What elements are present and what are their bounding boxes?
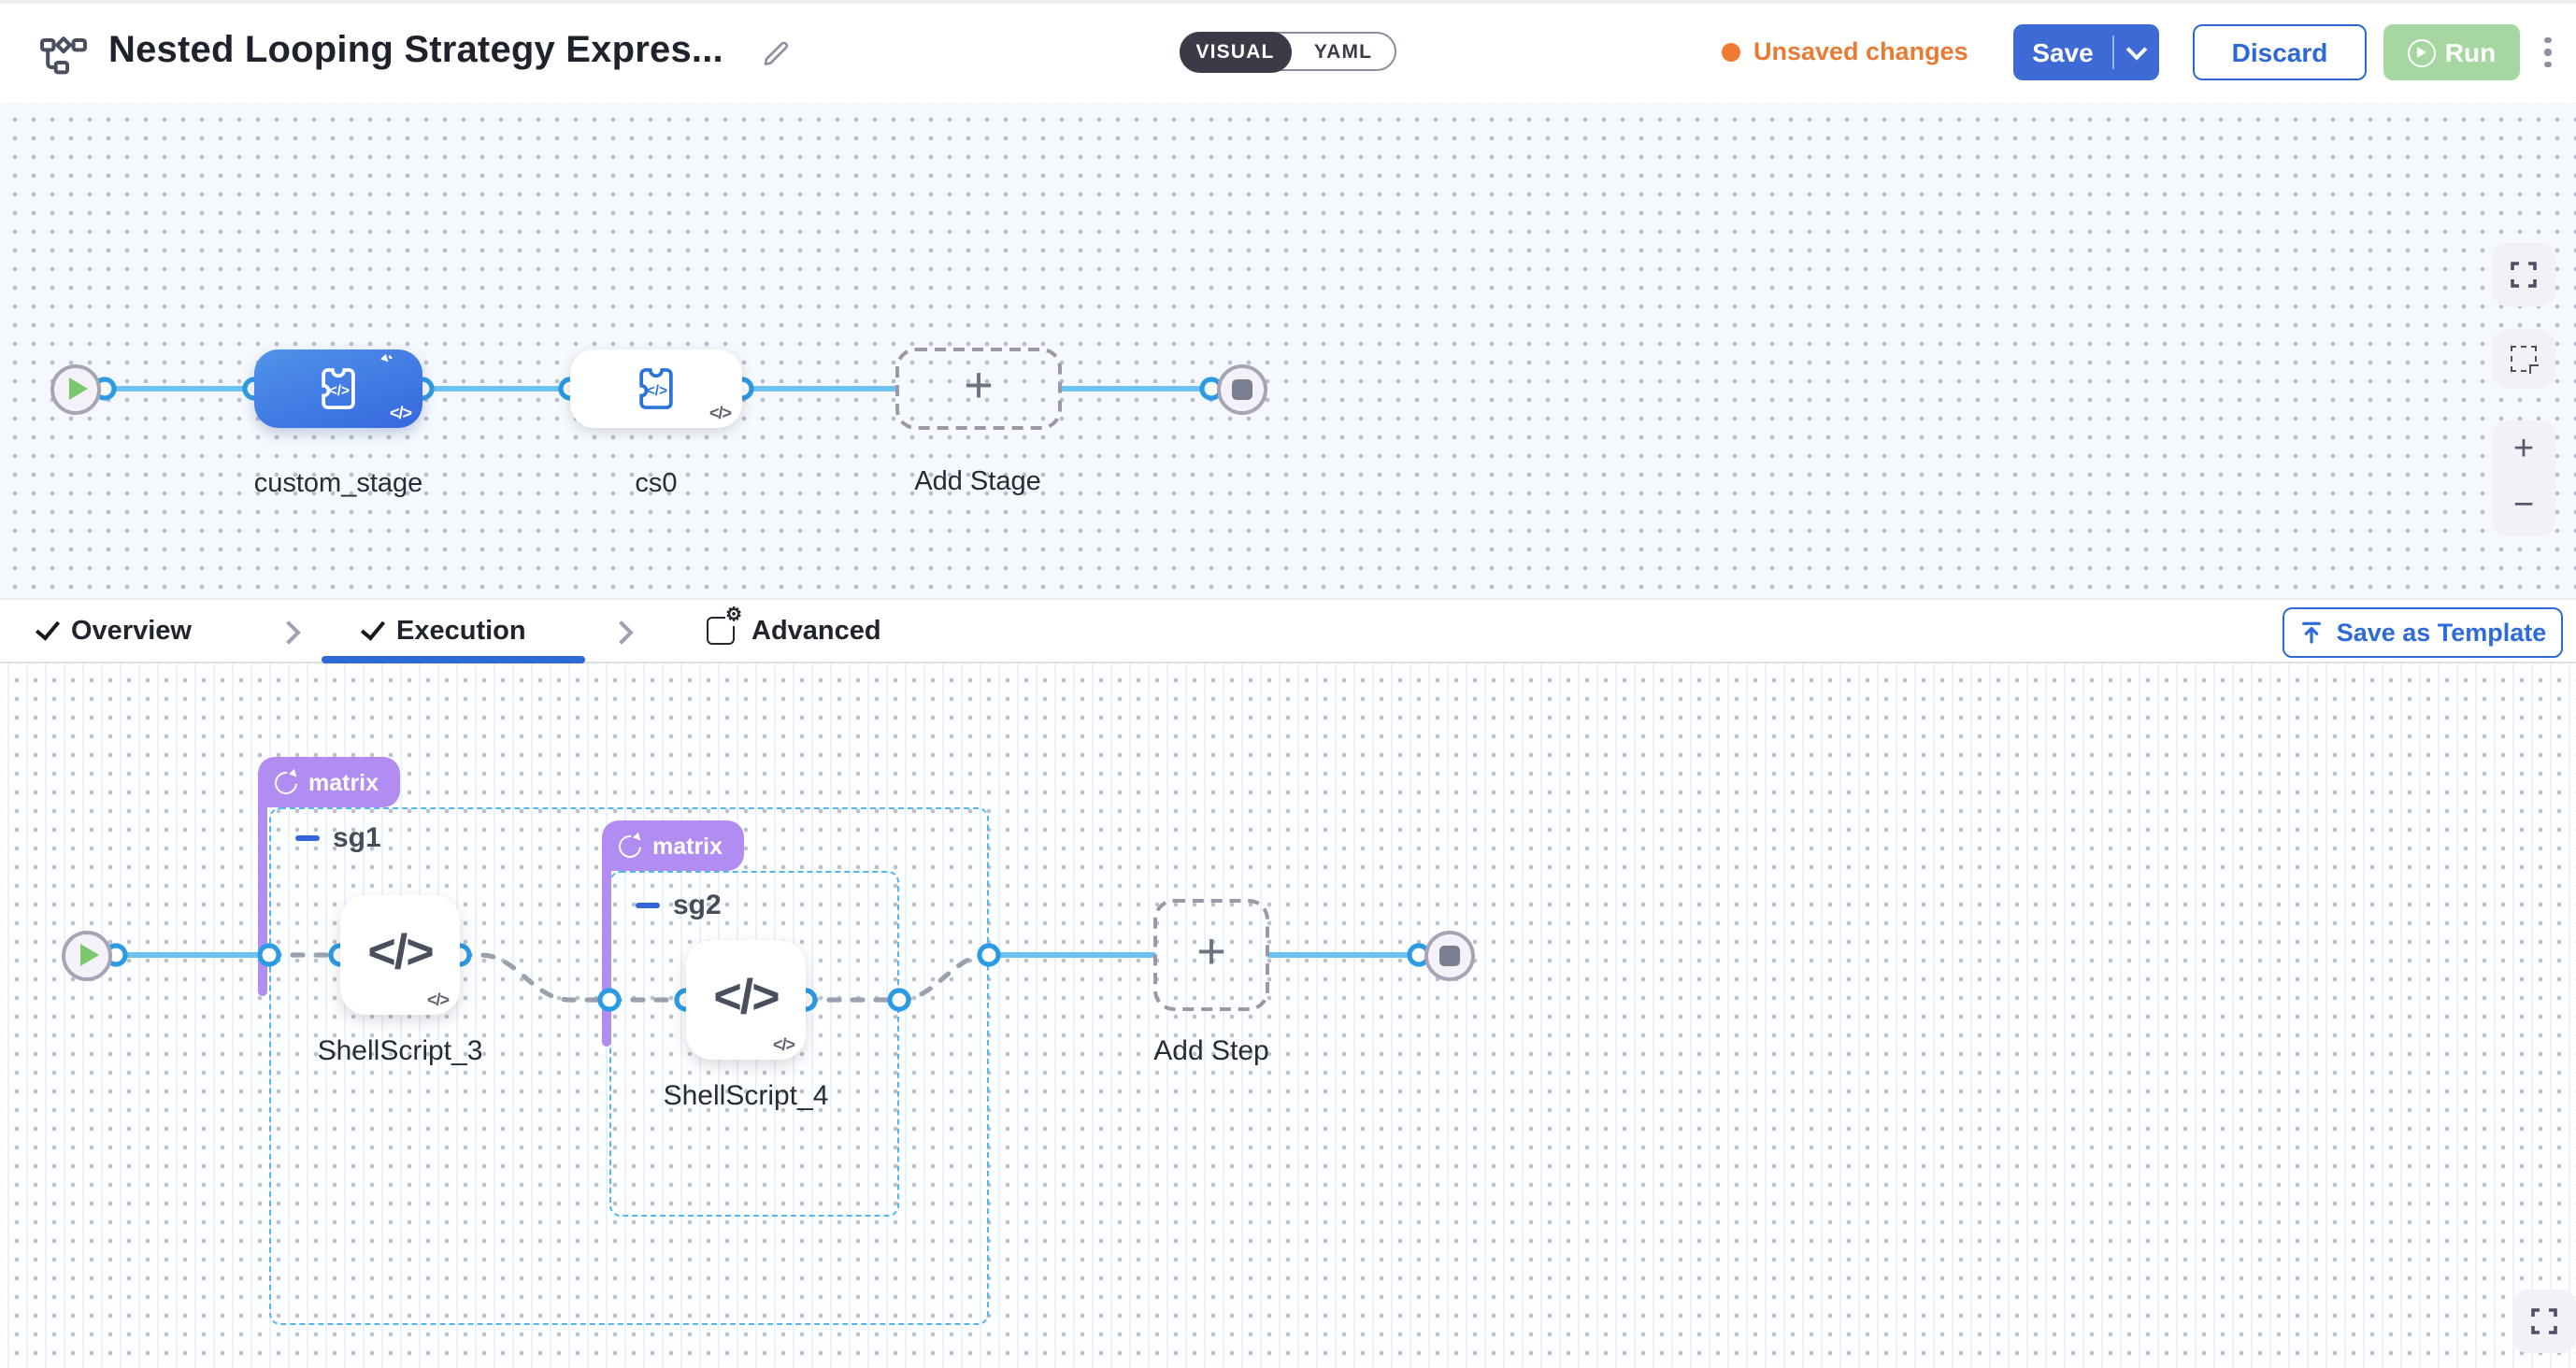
plus-icon: + bbox=[964, 361, 994, 411]
step-label: ShellScript_4 bbox=[664, 1080, 829, 1112]
looping-strategy-icon bbox=[389, 355, 415, 381]
add-stage-button[interactable]: + bbox=[895, 348, 1062, 430]
check-icon bbox=[36, 615, 60, 640]
code-badge-icon: </> bbox=[427, 990, 449, 1009]
more-options-button[interactable] bbox=[2535, 26, 2561, 78]
unsaved-dot-icon bbox=[1722, 42, 1740, 61]
plus-icon: + bbox=[1196, 927, 1226, 977]
tab-execution[interactable]: Execution bbox=[366, 600, 526, 662]
add-step-button[interactable]: + bbox=[1153, 899, 1269, 1011]
pipeline-studio: Nested Looping Strategy Expres... VISUAL… bbox=[0, 0, 2576, 1368]
stage-label: cs0 bbox=[635, 469, 677, 499]
visual-yaml-toggle: VISUAL YAML bbox=[1180, 32, 1396, 71]
chevron-right-icon bbox=[609, 620, 633, 644]
marquee-select-icon bbox=[2511, 346, 2537, 372]
add-step-label: Add Step bbox=[1153, 1035, 1268, 1067]
port[interactable] bbox=[980, 946, 998, 964]
port[interactable] bbox=[260, 946, 279, 964]
fullscreen-button[interactable] bbox=[2512, 1290, 2576, 1353]
stop-icon bbox=[1231, 378, 1252, 399]
execution-canvas[interactable]: matrix sg1 matrix sg2 bbox=[0, 663, 2576, 1368]
advanced-settings-icon: ⚙ bbox=[707, 617, 735, 645]
port[interactable] bbox=[890, 990, 909, 1009]
tab-advanced[interactable]: ⚙ Advanced bbox=[707, 600, 881, 662]
execution-end-node[interactable] bbox=[1424, 930, 1474, 980]
check-icon bbox=[361, 615, 385, 640]
stop-icon bbox=[1438, 945, 1459, 965]
shell-script-icon: </> bbox=[367, 922, 432, 980]
chevron-right-icon bbox=[277, 620, 300, 644]
save-label[interactable]: Save bbox=[2013, 37, 2112, 67]
tab-overview[interactable]: Overview bbox=[41, 600, 192, 662]
stage-node-custom-stage[interactable]: </> </> bbox=[254, 349, 422, 428]
tab-execution-label: Execution bbox=[396, 616, 526, 646]
svg-text:</>: </> bbox=[329, 383, 350, 399]
fullscreen-button[interactable] bbox=[2492, 243, 2555, 306]
fullscreen-icon bbox=[2511, 262, 2537, 288]
play-icon bbox=[79, 944, 98, 966]
unsaved-changes: Unsaved changes bbox=[1722, 0, 1968, 103]
stage-tabs: Overview Execution ⚙ Advanced Save as Te… bbox=[0, 598, 2576, 663]
zoom-out-button[interactable]: − bbox=[2492, 478, 2555, 534]
toggle-visual[interactable]: VISUAL bbox=[1179, 31, 1292, 72]
step-connectors bbox=[0, 663, 2576, 1368]
active-tab-underline bbox=[322, 656, 585, 663]
shell-script-icon: </> bbox=[713, 967, 778, 1025]
run-button[interactable]: Run bbox=[2383, 24, 2520, 80]
stage-label: custom_stage bbox=[254, 469, 423, 499]
discard-button[interactable]: Discard bbox=[2193, 24, 2367, 80]
pipeline-end-node[interactable] bbox=[1216, 363, 1267, 414]
save-as-template-button[interactable]: Save as Template bbox=[2283, 607, 2563, 658]
save-as-template-label: Save as Template bbox=[2337, 619, 2547, 647]
chevron-down-icon bbox=[2126, 39, 2148, 61]
edit-title-icon[interactable] bbox=[761, 36, 791, 65]
fullscreen-icon bbox=[2531, 1308, 2557, 1334]
header: Nested Looping Strategy Expres... VISUAL… bbox=[0, 0, 2576, 105]
port[interactable] bbox=[600, 990, 619, 1009]
run-label: Run bbox=[2445, 37, 2496, 67]
zoom-controls: + − bbox=[2492, 420, 2555, 536]
play-icon bbox=[68, 378, 87, 400]
save-dropdown-button[interactable] bbox=[2114, 45, 2159, 60]
step-node-shellscript-4[interactable]: </> </> bbox=[686, 940, 806, 1060]
step-node-shellscript-3[interactable]: </> </> bbox=[340, 895, 460, 1015]
save-button[interactable]: Save bbox=[2013, 24, 2159, 80]
zoom-in-button[interactable]: + bbox=[2492, 422, 2555, 478]
page-title: Nested Looping Strategy Expres... bbox=[108, 30, 723, 73]
custom-stage-icon: </> bbox=[312, 363, 365, 415]
custom-stage-icon: </> bbox=[630, 363, 682, 415]
step-label: ShellScript_3 bbox=[318, 1035, 483, 1067]
pipeline-start-node[interactable] bbox=[50, 363, 100, 414]
svg-text:</>: </> bbox=[647, 383, 667, 399]
stage-node-cs0[interactable]: </> </> bbox=[570, 349, 742, 428]
code-badge-icon: </> bbox=[709, 404, 731, 422]
window-top-strip bbox=[0, 0, 2576, 4]
multi-select-button[interactable] bbox=[2492, 329, 2555, 389]
tab-overview-label: Overview bbox=[71, 616, 192, 646]
pipeline-icon bbox=[39, 30, 88, 78]
toggle-yaml[interactable]: YAML bbox=[1292, 34, 1395, 69]
code-badge-icon: </> bbox=[773, 1035, 794, 1054]
run-play-icon bbox=[2408, 38, 2436, 66]
upload-icon bbox=[2299, 620, 2324, 645]
add-stage-label: Add Stage bbox=[914, 467, 1040, 497]
stage-canvas[interactable]: </> </> custom_stage </> </> cs0 + Add S… bbox=[0, 103, 2576, 598]
tab-advanced-label: Advanced bbox=[751, 616, 881, 646]
code-badge-icon: </> bbox=[390, 404, 411, 422]
unsaved-label: Unsaved changes bbox=[1753, 37, 1968, 65]
execution-start-node[interactable] bbox=[61, 930, 111, 980]
